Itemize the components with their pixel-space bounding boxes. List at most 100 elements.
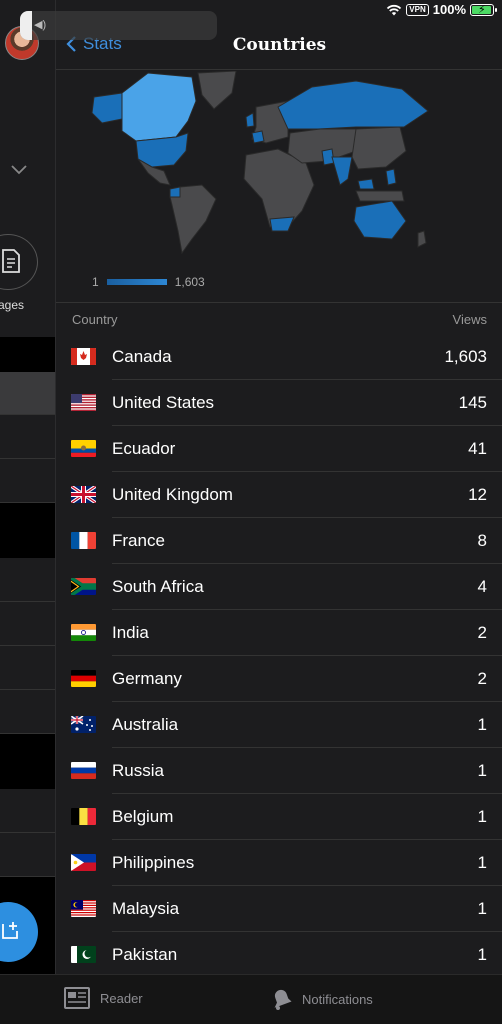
- usa-flag-icon: [71, 394, 96, 411]
- view-count: 1: [477, 761, 487, 780]
- country-name: Ecuador: [112, 439, 176, 458]
- sidebar-item[interactable]: [0, 833, 55, 877]
- table-row[interactable]: France 8: [56, 518, 502, 564]
- table-row[interactable]: India 2: [56, 610, 502, 656]
- vpn-badge: VPN: [406, 3, 429, 16]
- ecuador-flag-icon: [71, 440, 96, 457]
- map-greenland: [197, 70, 237, 110]
- pakistan-flag-icon: [71, 946, 96, 963]
- sidebar-item[interactable]: [0, 415, 55, 459]
- canada-flag-icon: [71, 348, 96, 365]
- legend-min: 1: [92, 275, 99, 289]
- map-india: [331, 156, 353, 186]
- bell-icon: [274, 989, 292, 1010]
- view-count: 1: [477, 807, 487, 826]
- view-count: 1: [477, 899, 487, 918]
- map-alaska: [91, 92, 123, 124]
- world-map-svg: [91, 70, 429, 255]
- sidebar-item[interactable]: [0, 646, 55, 690]
- view-count: 1: [477, 945, 487, 964]
- malaysia-flag-icon: [71, 900, 96, 917]
- pages-icon: [2, 249, 20, 273]
- sidebar-item[interactable]: [0, 372, 55, 415]
- south-africa-flag-icon: [71, 578, 96, 595]
- country-name: Philippines: [112, 853, 195, 872]
- table-row[interactable]: Philippines 1: [56, 840, 502, 886]
- map-france: [251, 130, 265, 144]
- view-count: 12: [468, 485, 487, 504]
- table-row[interactable]: Ecuador 41: [56, 426, 502, 472]
- sidebar-item[interactable]: [0, 602, 55, 646]
- country-name: India: [112, 623, 149, 642]
- chevron-down-icon[interactable]: [10, 160, 28, 178]
- reader-icon: [64, 987, 90, 1009]
- tab-notifications[interactable]: Notifications: [268, 987, 373, 1011]
- new-post-icon: [2, 922, 18, 939]
- country-name: Russia: [112, 761, 164, 780]
- table-row[interactable]: Pakistan 1: [56, 932, 502, 974]
- uk-flag-icon: [71, 486, 96, 503]
- view-count: 1: [477, 853, 487, 872]
- volume-hud: ◀): [20, 11, 217, 40]
- view-count: 2: [477, 623, 487, 642]
- map-canada: [121, 72, 197, 142]
- view-count: 4: [477, 577, 487, 596]
- sidebar-item[interactable]: [0, 459, 55, 503]
- legend-gradient: [106, 279, 167, 285]
- country-name: United Kingdom: [112, 485, 233, 504]
- table-row[interactable]: Malaysia 1: [56, 886, 502, 932]
- tab-reader[interactable]: Reader: [64, 987, 143, 1009]
- view-count: 41: [468, 439, 487, 458]
- column-views: Views: [452, 312, 487, 327]
- country-name: Pakistan: [112, 945, 178, 964]
- country-name: France: [112, 531, 165, 550]
- view-count: 8: [477, 531, 487, 550]
- table-row[interactable]: United Kingdom 12: [56, 472, 502, 518]
- map-ecuador: [169, 186, 181, 198]
- table-row[interactable]: Belgium 1: [56, 794, 502, 840]
- view-count: 1,603: [444, 347, 487, 366]
- map-east-asia: [351, 126, 407, 170]
- table-header: Country Views: [56, 303, 502, 337]
- table-row[interactable]: Germany 2: [56, 656, 502, 702]
- table-row[interactable]: Russia 1: [56, 748, 502, 794]
- map-australia: [353, 200, 407, 240]
- view-count: 145: [458, 393, 487, 412]
- sidebar-item[interactable]: [0, 690, 55, 734]
- australia-flag-icon: [71, 716, 96, 733]
- map-south-africa: [269, 216, 295, 232]
- sidebar-item[interactable]: [0, 789, 55, 833]
- map-indonesia: [355, 190, 405, 202]
- tab-notifications-label: Notifications: [302, 991, 373, 1007]
- volume-level: [20, 11, 32, 40]
- countries-panel: Stats Countries 1 1,603 Country Views Ca…: [55, 0, 502, 974]
- map-philippines: [385, 168, 397, 186]
- country-name: Canada: [112, 347, 172, 366]
- wifi-icon: [387, 4, 402, 15]
- column-country: Country: [72, 312, 118, 327]
- table-row[interactable]: United States 145: [56, 380, 502, 426]
- table-row[interactable]: Canada 1,603: [56, 334, 502, 380]
- table-row[interactable]: Australia 1: [56, 702, 502, 748]
- legend-max: 1,603: [174, 275, 205, 289]
- table-row[interactable]: South Africa 4: [56, 564, 502, 610]
- india-flag-icon: [71, 624, 96, 641]
- belgium-flag-icon: [71, 808, 96, 825]
- view-count: 2: [477, 669, 487, 688]
- sidebar: ages: [0, 0, 55, 974]
- country-list: Canada 1,603 United States 145 Ecuador 4…: [56, 334, 502, 974]
- map-malaysia: [357, 178, 375, 190]
- pages-label: ages: [0, 298, 25, 312]
- battery-percent: 100%: [432, 2, 466, 17]
- country-name: Belgium: [112, 807, 174, 826]
- map-legend: 1 1,603: [92, 275, 205, 289]
- country-name: United States: [112, 393, 215, 412]
- country-name: Australia: [112, 715, 179, 734]
- speaker-icon: ◀): [34, 19, 47, 31]
- country-name: South Africa: [112, 577, 204, 596]
- sidebar-item[interactable]: [0, 558, 55, 602]
- country-name: Malaysia: [112, 899, 180, 918]
- view-count: 1: [477, 715, 487, 734]
- tab-reader-label: Reader: [100, 990, 143, 1006]
- france-flag-icon: [71, 532, 96, 549]
